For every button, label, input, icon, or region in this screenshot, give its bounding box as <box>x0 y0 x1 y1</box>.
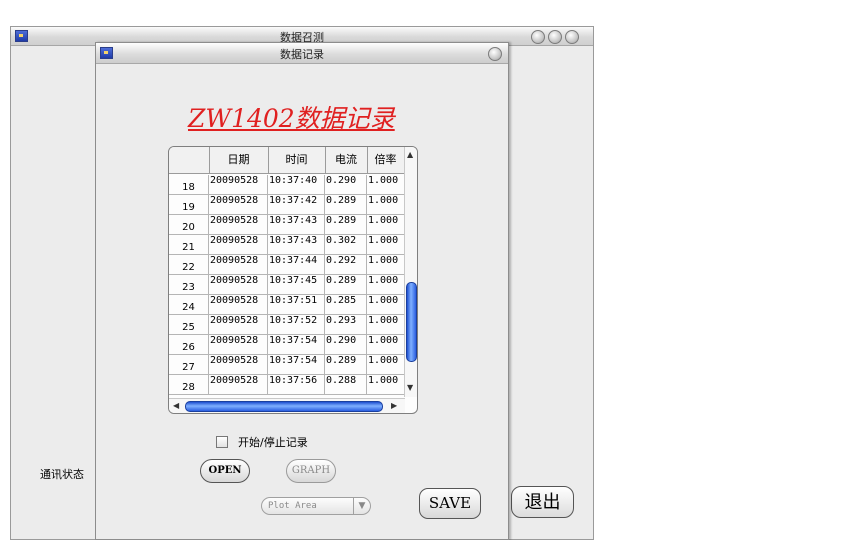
ratio-cell: 1.000 <box>367 355 405 375</box>
row-index: 25 <box>169 315 209 335</box>
exit-button[interactable]: 退出 <box>511 486 574 518</box>
date-cell: 20090528 <box>209 335 268 355</box>
current-cell: 0.302 <box>325 235 367 255</box>
current-cell: 0.289 <box>325 275 367 295</box>
ratio-cell: 1.000 <box>367 195 405 215</box>
horizontal-scroll-thumb[interactable] <box>185 401 383 412</box>
header-current: 电流 <box>325 147 368 173</box>
close-icon[interactable] <box>565 30 579 44</box>
chevron-down-icon[interactable]: ▼ <box>353 498 370 514</box>
graph-button[interactable]: GRAPH <box>286 459 336 483</box>
row-index: 19 <box>169 195 209 215</box>
time-cell: 10:37:54 <box>268 355 325 375</box>
table-header: 日期 时间 电流 倍率 <box>169 147 405 174</box>
scroll-down-icon[interactable]: ▼ <box>407 383 413 393</box>
table-row[interactable]: 26 20090528 10:37:54 0.290 1.000 <box>169 335 405 355</box>
date-cell: 20090528 <box>209 375 268 395</box>
row-index: 20 <box>169 215 209 235</box>
open-button[interactable]: OPEN <box>200 459 250 483</box>
time-cell: 10:37:45 <box>268 275 325 295</box>
table-row[interactable]: 19 20090528 10:37:42 0.289 1.000 <box>169 195 405 215</box>
row-index: 22 <box>169 255 209 275</box>
time-cell: 10:37:43 <box>268 215 325 235</box>
ratio-cell: 1.000 <box>367 275 405 295</box>
table-row[interactable]: 27 20090528 10:37:54 0.289 1.000 <box>169 355 405 375</box>
inner-window: 数据记录 ZW1402数据记录 日期 时间 电流 倍率 18 20090528 10… <box>95 42 509 540</box>
scroll-left-icon[interactable]: ◀ <box>173 401 179 411</box>
current-cell: 0.289 <box>325 355 367 375</box>
ratio-cell: 1.000 <box>367 295 405 315</box>
table-row[interactable]: 25 20090528 10:37:52 0.293 1.000 <box>169 315 405 335</box>
row-index: 26 <box>169 335 209 355</box>
date-cell: 20090528 <box>209 255 268 275</box>
date-cell: 20090528 <box>209 215 268 235</box>
row-index: 23 <box>169 275 209 295</box>
table-row[interactable]: 28 20090528 10:37:56 0.288 1.000 <box>169 375 405 395</box>
table-row[interactable]: 23 20090528 10:37:45 0.289 1.000 <box>169 275 405 295</box>
record-checkbox[interactable] <box>216 436 228 448</box>
row-index: 18 <box>169 175 209 195</box>
save-button[interactable]: SAVE <box>419 488 481 519</box>
current-cell: 0.293 <box>325 315 367 335</box>
ratio-cell: 1.000 <box>367 315 405 335</box>
time-cell: 10:37:44 <box>268 255 325 275</box>
ratio-cell: 1.000 <box>367 215 405 235</box>
date-cell: 20090528 <box>209 295 268 315</box>
ratio-cell: 1.000 <box>367 335 405 355</box>
record-checkbox-label: 开始/停止记录 <box>238 436 308 449</box>
ratio-cell: 1.000 <box>367 375 405 395</box>
header-index <box>169 147 210 173</box>
current-cell: 0.289 <box>325 215 367 235</box>
table-row[interactable]: 22 20090528 10:37:44 0.292 1.000 <box>169 255 405 275</box>
row-index: 27 <box>169 355 209 375</box>
row-index: 24 <box>169 295 209 315</box>
time-cell: 10:37:43 <box>268 235 325 255</box>
vertical-scroll-thumb[interactable] <box>406 282 417 362</box>
vertical-scrollbar[interactable]: ▲ ▼ <box>404 147 417 397</box>
current-cell: 0.288 <box>325 375 367 395</box>
ratio-cell: 1.000 <box>367 235 405 255</box>
inner-titlebar[interactable]: 数据记录 <box>96 43 508 64</box>
date-cell: 20090528 <box>209 175 268 195</box>
plot-area-value: Plot Area <box>268 501 317 511</box>
date-cell: 20090528 <box>209 235 268 255</box>
date-cell: 20090528 <box>209 275 268 295</box>
date-cell: 20090528 <box>209 315 268 335</box>
row-index: 21 <box>169 235 209 255</box>
time-cell: 10:37:52 <box>268 315 325 335</box>
current-cell: 0.289 <box>325 195 367 215</box>
horizontal-scrollbar[interactable]: ◀ ▶ <box>169 398 405 413</box>
current-cell: 0.290 <box>325 175 367 195</box>
date-cell: 20090528 <box>209 355 268 375</box>
row-index: 28 <box>169 375 209 395</box>
date-cell: 20090528 <box>209 195 268 215</box>
inner-window-title: 数据记录 <box>280 48 324 61</box>
table-row[interactable]: 24 20090528 10:37:51 0.285 1.000 <box>169 295 405 315</box>
time-cell: 10:37:42 <box>268 195 325 215</box>
header-ratio: 倍率 <box>374 153 397 166</box>
current-cell: 0.292 <box>325 255 367 275</box>
ratio-cell: 1.000 <box>367 255 405 275</box>
table-row[interactable]: 18 20090528 10:37:40 0.290 1.000 <box>169 175 405 195</box>
current-cell: 0.290 <box>325 335 367 355</box>
inner-close-icon[interactable] <box>488 47 502 61</box>
time-cell: 10:37:51 <box>268 295 325 315</box>
page-title: ZW1402数据记录 <box>188 104 395 133</box>
scroll-right-icon[interactable]: ▶ <box>391 401 397 411</box>
plot-area-select[interactable]: Plot Area ▼ <box>261 497 371 515</box>
table-row[interactable]: 21 20090528 10:37:43 0.302 1.000 <box>169 235 405 255</box>
header-date: 日期 <box>209 147 269 173</box>
time-cell: 10:37:56 <box>268 375 325 395</box>
comm-status-label: 通讯状态 <box>40 468 84 481</box>
header-time: 时间 <box>268 147 326 173</box>
table-row[interactable]: 20 20090528 10:37:43 0.289 1.000 <box>169 215 405 235</box>
minimize-icon[interactable] <box>531 30 545 44</box>
time-cell: 10:37:54 <box>268 335 325 355</box>
ratio-cell: 1.000 <box>367 175 405 195</box>
current-cell: 0.285 <box>325 295 367 315</box>
scroll-up-icon[interactable]: ▲ <box>407 150 413 160</box>
time-cell: 10:37:40 <box>268 175 325 195</box>
maximize-icon[interactable] <box>548 30 562 44</box>
data-table[interactable]: 日期 时间 电流 倍率 18 20090528 10:37:40 0.290 1.000… <box>168 146 418 414</box>
